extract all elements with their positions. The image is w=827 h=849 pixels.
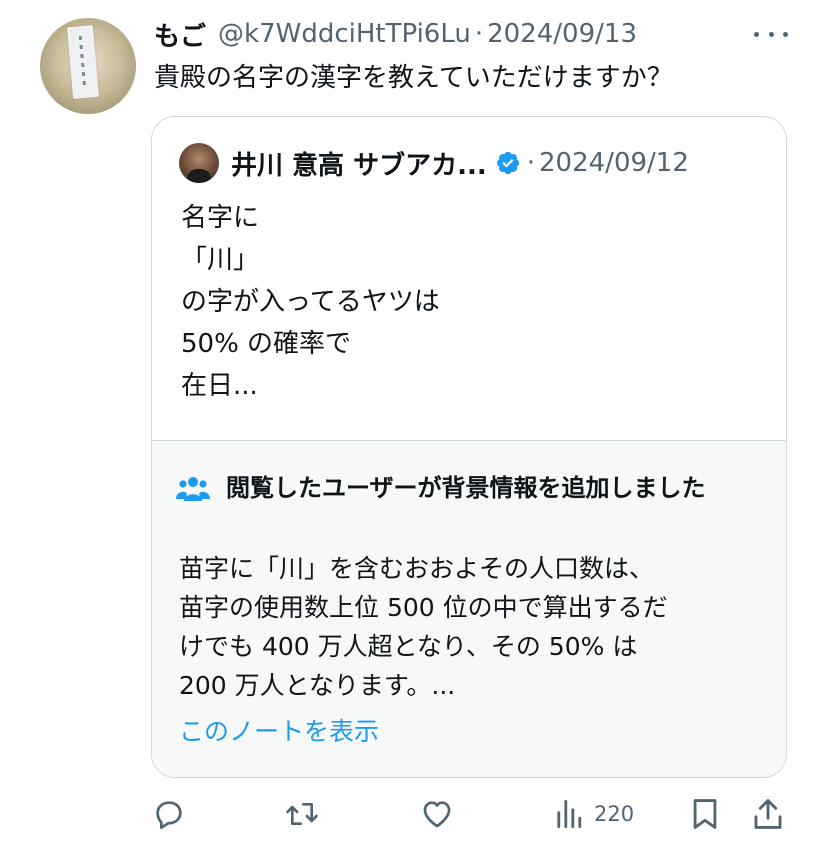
avatar[interactable] — [40, 18, 136, 114]
tweet-text: 貴殿の名字の漢字を教えていただけますか？ — [154, 63, 673, 93]
separator: · — [474, 19, 484, 49]
tweet-header: もご @k7WddciHtTPi6Lu · 2024/09/13 — [154, 14, 637, 54]
bookmark-icon — [693, 799, 717, 829]
tweet: もご @k7WddciHtTPi6Lu · 2024/09/13 貴殿の名字の漢… — [0, 0, 827, 849]
user-handle[interactable]: @k7WddciHtTPi6Lu — [218, 19, 471, 49]
quoted-text-line: 「川」 — [181, 245, 260, 275]
community-note-line: 苗字に「川」を含むおおよその人口数は、 — [179, 554, 655, 583]
quoted-tweet[interactable]: 井川 意高 サブアカ... · 2024/09/12 名字に 「川」 の字が入っ… — [151, 116, 787, 778]
bar-chart-icon — [557, 800, 582, 828]
repost-arrows-icon — [286, 802, 318, 826]
share-upload-icon — [754, 799, 782, 829]
quoted-text-line: 名字に — [181, 203, 260, 233]
quoted-text-line: 50% の確率で — [181, 329, 352, 359]
quoted-text: 名字に 「川」 の字が入ってるヤツは 50% の確率で 在日... — [181, 197, 440, 407]
community-note-line: けでも 400 万人超となり、その 50% は — [179, 632, 638, 661]
quoted-text-line: の字が入ってるヤツは — [181, 287, 440, 317]
quoted-display-name: 井川 意高 サブアカ... — [231, 150, 487, 181]
repost-button[interactable] — [284, 796, 320, 832]
community-note: 閲覧したユーザーが背景情報を追加しました 苗字に「川」を含むおおよその人口数は、… — [152, 441, 786, 777]
display-name[interactable]: もご — [154, 16, 206, 53]
views-button[interactable]: 220 — [556, 796, 634, 832]
speech-bubble-icon — [156, 801, 182, 829]
separator: · — [526, 148, 536, 178]
quoted-tweet-header: 井川 意高 サブアカ... · 2024/09/12 — [179, 142, 689, 184]
heart-icon — [423, 801, 451, 828]
views-count: 220 — [594, 802, 635, 826]
more-options-icon[interactable] — [754, 20, 788, 48]
community-note-line: 200 万人となります。... — [179, 671, 456, 700]
like-button[interactable] — [420, 796, 454, 832]
bookmark-button[interactable] — [690, 796, 720, 832]
action-bar: 220 — [0, 790, 827, 840]
quoted-date: 2024/09/12 — [539, 148, 689, 178]
share-button[interactable] — [752, 796, 784, 832]
community-note-line: 苗字の使用数上位 500 位の中で算出するだ — [179, 593, 668, 622]
quoted-avatar — [179, 143, 219, 183]
people-icon — [176, 477, 210, 501]
community-note-body: 苗字に「川」を含むおおよその人口数は、 苗字の使用数上位 500 位の中で算出す… — [179, 549, 769, 705]
avatar-image — [66, 25, 100, 99]
tweet-date[interactable]: 2024/09/13 — [487, 19, 637, 49]
community-note-title: 閲覧したユーザーが背景情報を追加しました — [226, 474, 706, 502]
reply-button[interactable] — [152, 796, 186, 832]
show-note-link[interactable]: このノートを表示 — [179, 714, 379, 750]
verified-badge-icon — [496, 151, 519, 175]
quoted-text-line: 在日... — [181, 371, 258, 401]
